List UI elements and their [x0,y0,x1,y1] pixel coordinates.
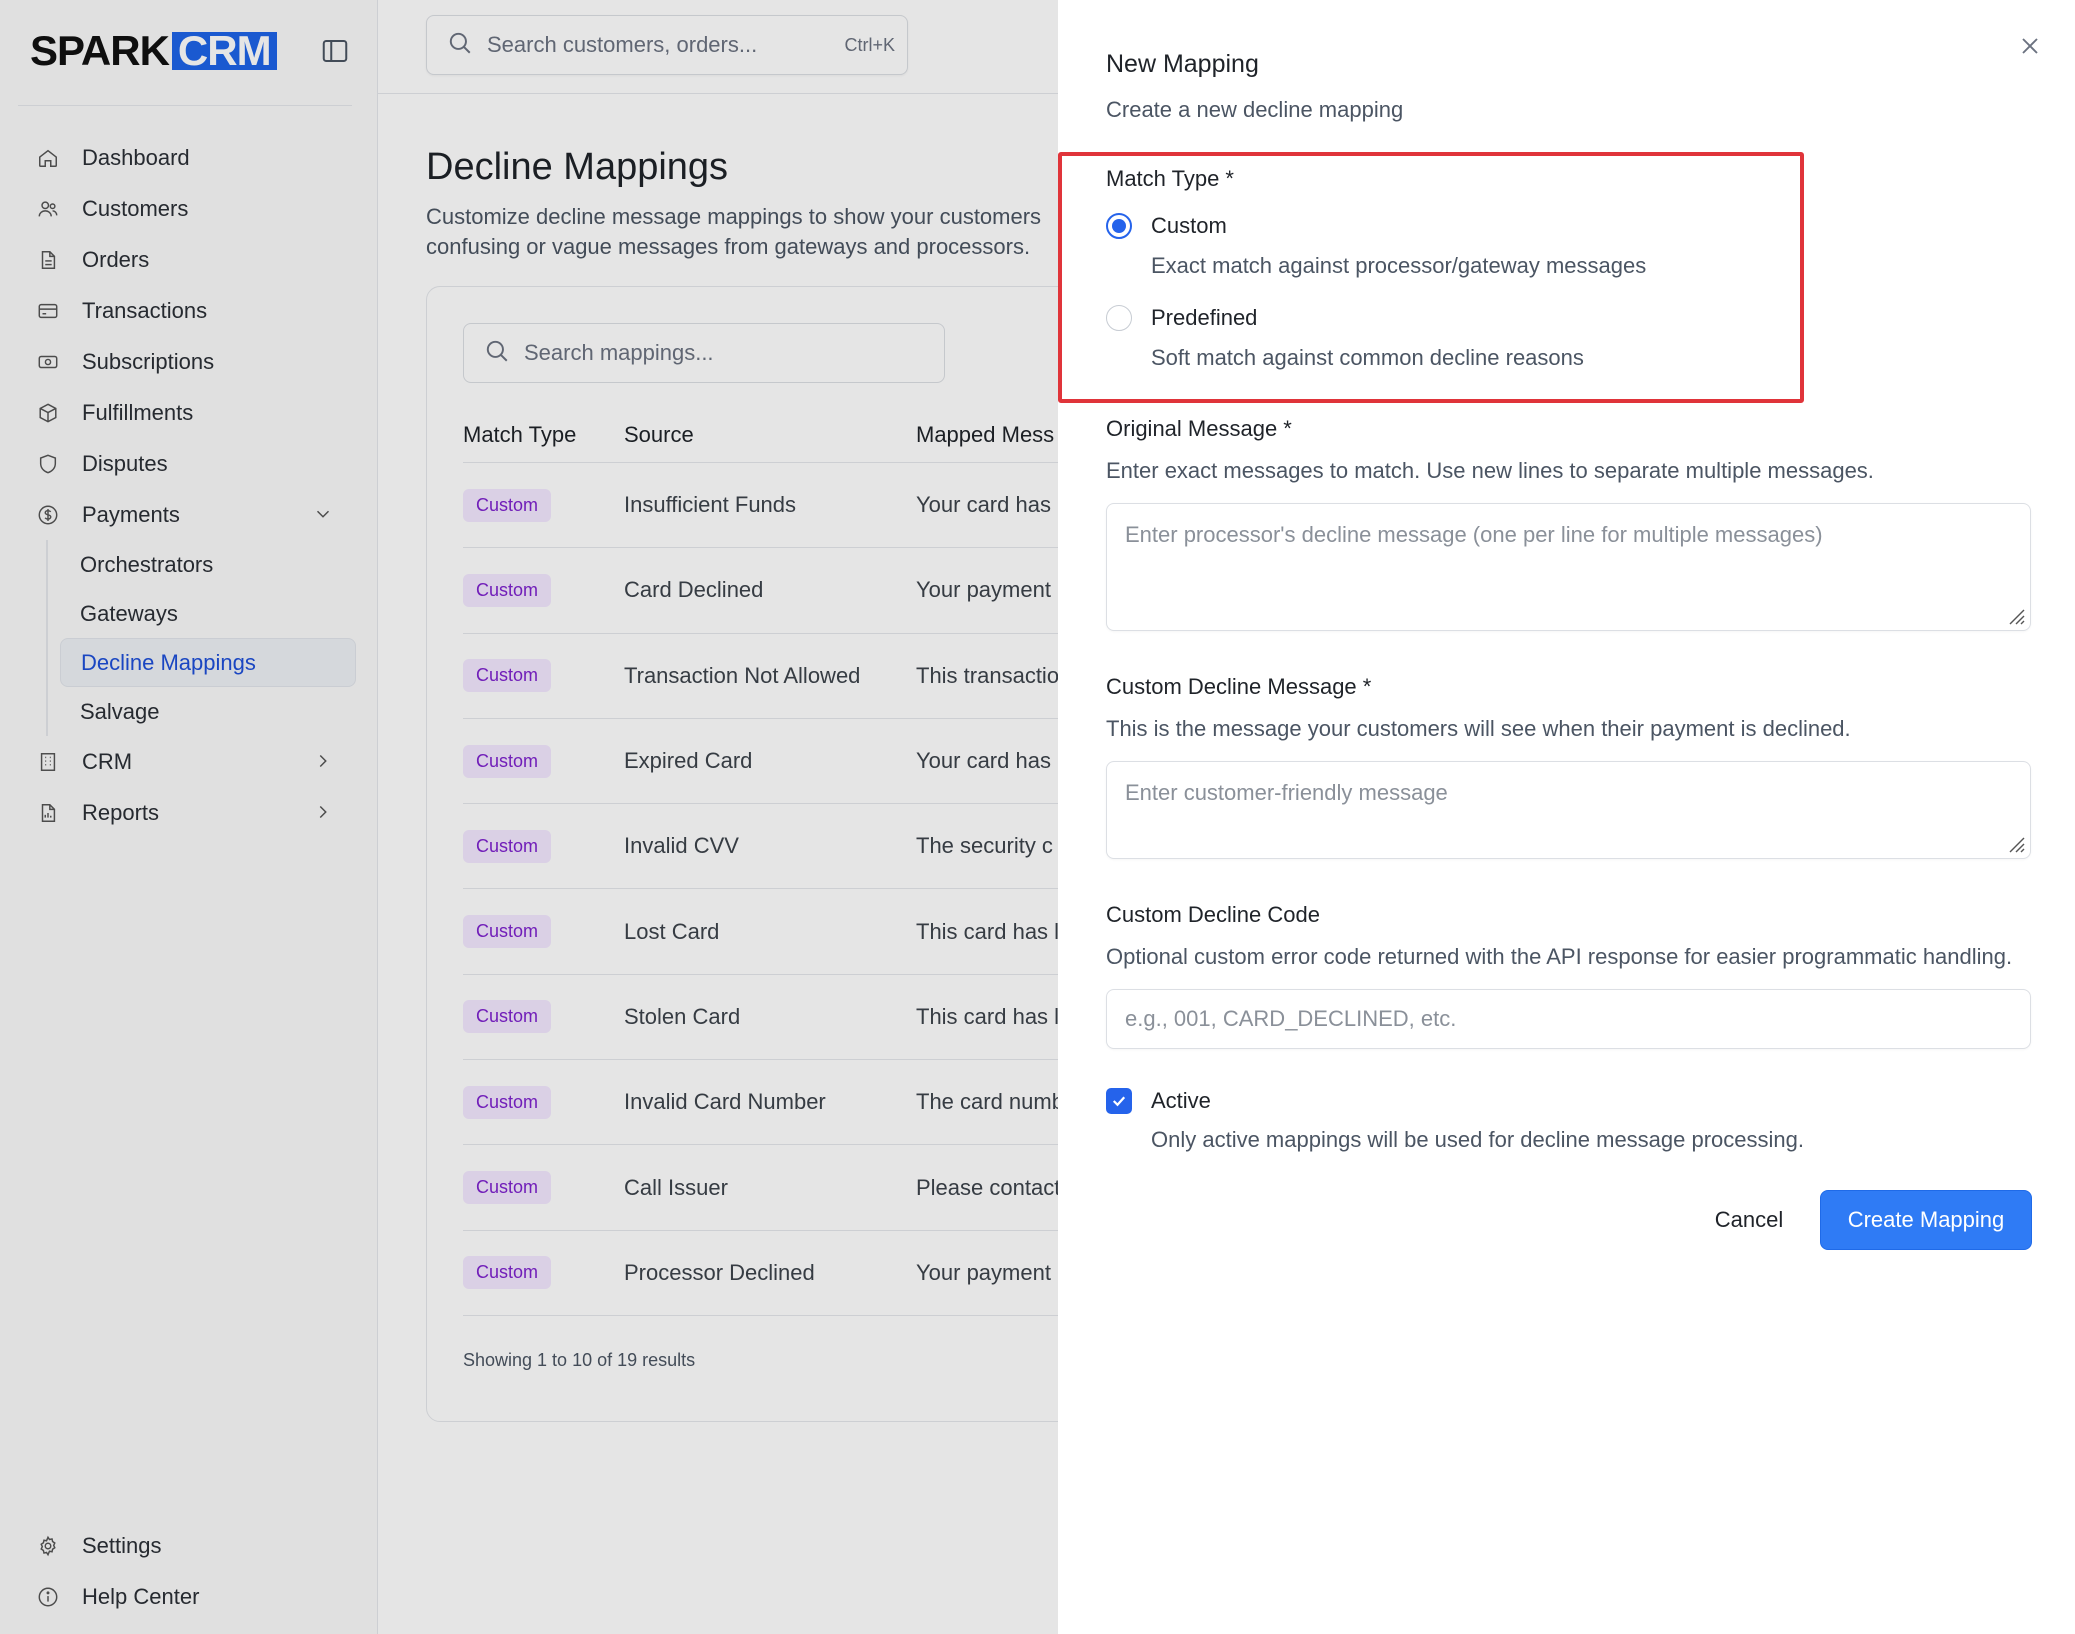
create-mapping-button[interactable]: Create Mapping [1820,1190,2032,1250]
new-mapping-panel: New Mapping Create a new decline mapping… [1058,0,2075,1634]
textarea-placeholder: Enter customer-friendly message [1125,780,1448,805]
original-message-textarea[interactable]: Enter processor's decline message (one p… [1106,503,2031,631]
radio-description: Exact match against processor/gateway me… [1151,253,1647,278]
custom-code-label: Custom Decline Code [1106,902,1320,927]
custom-message-label: Custom Decline Message * [1106,674,1372,699]
modal-backdrop[interactable] [0,0,1058,1634]
close-icon[interactable] [2016,32,2044,60]
input-placeholder: e.g., 001, CARD_DECLINED, etc. [1125,1006,1457,1031]
radio-custom[interactable] [1106,213,1132,239]
custom-code-help: Optional custom error code returned with… [1106,944,2013,969]
custom-message-textarea[interactable]: Enter customer-friendly message [1106,761,2031,859]
custom-code-input[interactable]: e.g., 001, CARD_DECLINED, etc. [1106,989,2031,1049]
resize-handle-icon[interactable] [2006,834,2026,854]
radio-label: Custom [1151,213,1227,238]
active-label: Active [1151,1088,1211,1113]
active-help: Only active mappings will be used for de… [1151,1127,1804,1152]
active-checkbox[interactable] [1106,1088,1132,1114]
panel-subtitle: Create a new decline mapping [1106,97,1404,122]
panel-title: New Mapping [1106,50,1259,78]
radio-option-predefined[interactable]: Predefined Soft match against common dec… [1106,305,1584,371]
match-type-label: Match Type * [1106,166,1234,191]
resize-handle-icon[interactable] [2006,606,2026,626]
custom-message-help: This is the message your customers will … [1106,716,1851,741]
original-message-label: Original Message * [1106,416,1292,441]
radio-label: Predefined [1151,305,1258,330]
textarea-placeholder: Enter processor's decline message (one p… [1125,522,1823,547]
radio-description: Soft match against common decline reason… [1151,345,1584,370]
cancel-button[interactable]: Cancel [1694,1190,1804,1250]
active-checkbox-row[interactable]: Active Only active mappings will be used… [1106,1088,1804,1153]
radio-option-custom[interactable]: Custom Exact match against processor/gat… [1106,213,1646,279]
checkmark-icon [1112,1096,1126,1107]
radio-predefined[interactable] [1106,305,1132,331]
original-message-help: Enter exact messages to match. Use new l… [1106,458,1874,483]
